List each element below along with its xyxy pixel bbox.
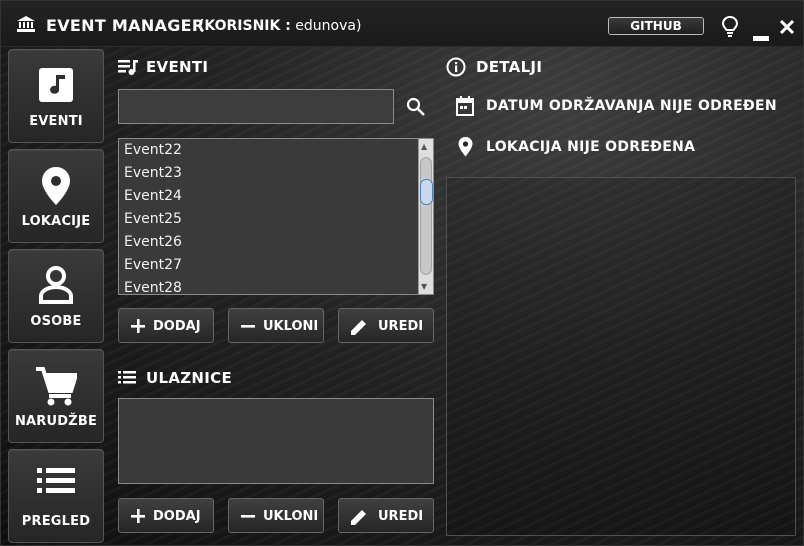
event-edit-button[interactable]: UREDI: [338, 308, 434, 343]
scroll-down-arrow-icon[interactable]: ▼: [421, 282, 427, 291]
list-item[interactable]: Event26: [119, 231, 433, 254]
playlist-icon: [118, 58, 138, 80]
event-add-button[interactable]: DODAJ: [118, 308, 214, 343]
scroll-marker: [420, 179, 433, 205]
detail-panel: [446, 177, 796, 536]
pencil-icon: [350, 508, 368, 530]
app-window: EVENT MANAGER (KORISNIK : edunova) GITHU…: [0, 0, 804, 546]
person-icon: [9, 266, 103, 308]
eventi-heading-text: EVENTI: [146, 58, 209, 76]
minimize-icon[interactable]: [753, 27, 769, 46]
ticket-remove-button[interactable]: UKLONI: [228, 498, 324, 533]
shopping-cart-icon: [9, 366, 103, 410]
info-icon: [446, 57, 466, 81]
detalji-heading-text: DETALJI: [476, 58, 543, 76]
list-item[interactable]: Event24: [119, 185, 433, 208]
nav-osobe-button[interactable]: OSOBE: [8, 249, 104, 343]
event-remove-button[interactable]: UKLONI: [228, 308, 324, 343]
list-item[interactable]: Event25: [119, 208, 433, 231]
user-info: (KORISNIK : edunova): [198, 18, 361, 34]
nav-eventi-button[interactable]: EVENTI: [8, 49, 104, 143]
ticket-list[interactable]: [118, 398, 434, 484]
pencil-icon: [350, 318, 368, 340]
ticket-add-label: DODAJ: [153, 509, 201, 524]
list-item[interactable]: Event23: [119, 162, 433, 185]
plus-icon: [130, 508, 146, 528]
nav-lokacije-button[interactable]: LOKACIJE: [8, 149, 104, 243]
github-button[interactable]: GITHUB: [608, 17, 704, 35]
user-label: (KORISNIK :: [198, 18, 291, 34]
plus-icon: [130, 318, 146, 338]
minus-icon: [240, 318, 256, 338]
search-icon[interactable]: [406, 97, 426, 121]
event-location-text: LOKACIJA NIJE ODREĐENA: [486, 139, 696, 155]
location-pin-icon: [9, 166, 103, 210]
nav-pregled-button[interactable]: PREGLED: [8, 449, 104, 543]
ulaznice-heading-text: ULAZNICE: [146, 369, 233, 387]
close-icon[interactable]: [779, 19, 795, 38]
event-edit-label: UREDI: [378, 319, 424, 334]
ticket-remove-label: UKLONI: [263, 509, 319, 524]
list-item[interactable]: Event22: [119, 139, 433, 162]
list-icon: [9, 466, 103, 500]
app-title: EVENT MANAGER: [46, 16, 205, 35]
minus-icon: [240, 508, 256, 528]
nav-eventi-label: EVENTI: [29, 114, 83, 129]
nav-pregled-label: PREGLED: [21, 514, 91, 529]
search-input[interactable]: [118, 89, 394, 124]
list-icon: [118, 369, 136, 389]
event-date-text: DATUM ODRŽAVANJA NIJE ODREĐEN: [486, 98, 777, 114]
list-item[interactable]: Event28: [119, 277, 433, 294]
scroll-thumb[interactable]: [420, 157, 432, 275]
user-name: edunova): [295, 18, 362, 34]
event-list-scrollbar[interactable]: ▲ ▼: [418, 139, 433, 294]
lightbulb-icon[interactable]: [721, 15, 739, 41]
nav-osobe-label: OSOBE: [30, 314, 82, 329]
location-pin-icon: [458, 137, 473, 161]
event-remove-label: UKLONI: [263, 319, 319, 334]
nav-narudzbe-button[interactable]: NARUDŽBE: [8, 349, 104, 443]
nav-lokacije-label: LOKACIJE: [21, 214, 91, 229]
scroll-up-arrow-icon[interactable]: ▲: [421, 142, 427, 151]
music-note-icon: [9, 66, 103, 108]
event-list[interactable]: Event22 Event23 Event24 Event25 Event26 …: [118, 138, 434, 295]
ticket-edit-label: UREDI: [378, 509, 424, 524]
ticket-add-button[interactable]: DODAJ: [118, 498, 214, 533]
bank-icon: [17, 16, 35, 32]
nav-narudzbe-label: NARUDŽBE: [14, 414, 98, 429]
title-bar[interactable]: EVENT MANAGER (KORISNIK : edunova) GITHU…: [1, 1, 803, 47]
event-add-label: DODAJ: [153, 319, 201, 334]
calendar-icon: [456, 96, 474, 120]
ticket-edit-button[interactable]: UREDI: [338, 498, 434, 533]
list-item[interactable]: Event27: [119, 254, 433, 277]
